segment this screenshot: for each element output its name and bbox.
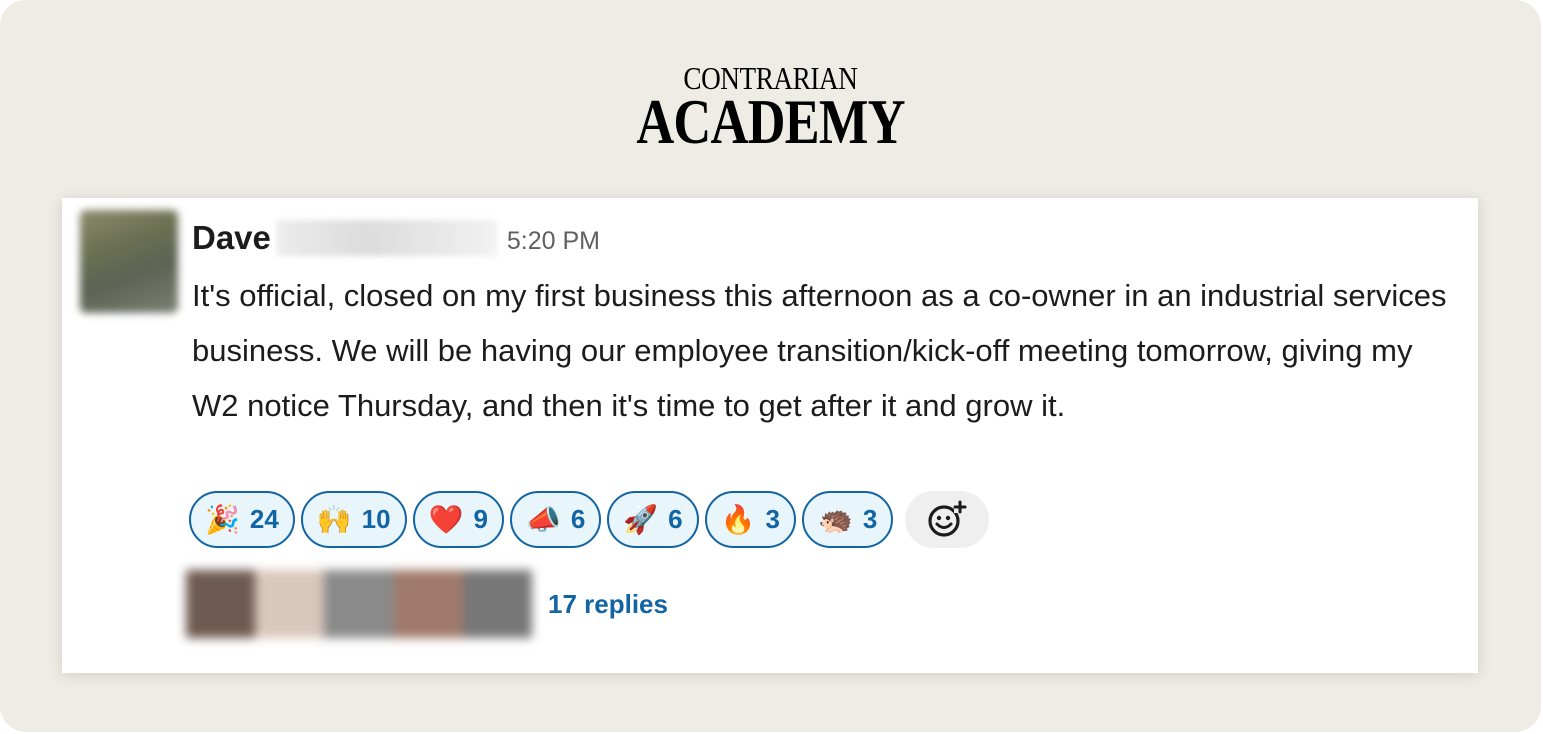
redacted-surname: [276, 220, 497, 256]
reaction-count: 10: [361, 504, 391, 534]
heart-icon: ❤️: [428, 502, 464, 536]
rocket-icon: 🚀: [623, 502, 659, 536]
add-reaction-button[interactable]: [905, 491, 990, 548]
reaction-count: 6: [570, 504, 586, 534]
reaction-count: 3: [862, 504, 878, 534]
reaction-fire[interactable]: 🔥 3: [704, 491, 796, 548]
brand-line2: ACADEMY: [636, 86, 905, 157]
reaction-count: 9: [473, 504, 488, 534]
reaction-rocket[interactable]: 🚀 6: [607, 491, 699, 548]
fire-icon: 🔥: [720, 502, 756, 536]
sonic-icon: 🦔: [817, 502, 853, 536]
reply-avatars: [186, 570, 533, 638]
reaction-party[interactable]: 🎉 24: [189, 491, 295, 548]
author-avatar[interactable]: [80, 210, 178, 313]
message-text: It's official, closed on my first busine…: [192, 278, 1447, 423]
reaction-count: 6: [668, 504, 683, 534]
reply-avatar: [255, 570, 325, 638]
reaction-heart[interactable]: ❤️ 9: [412, 491, 504, 548]
reaction-count: 3: [765, 504, 780, 534]
reaction-count: 24: [249, 504, 279, 534]
reaction-sonic[interactable]: 🦔 3: [801, 491, 894, 548]
message-header: Dave 5:20 PM: [192, 218, 600, 258]
reaction-celebrate[interactable]: 🙌 10: [300, 491, 407, 548]
thread-summary[interactable]: 17 replies: [186, 570, 668, 638]
reply-avatar: [462, 570, 533, 638]
replies-link[interactable]: 17 replies: [548, 589, 668, 620]
reply-avatar: [186, 570, 256, 638]
reaction-bar: 🎉 24 🙌 10 ❤️ 9 📣 6 🚀 6 🔥 3 🦔 3: [189, 491, 990, 548]
message-timestamp[interactable]: 5:20 PM: [507, 227, 600, 256]
reply-avatar: [393, 570, 463, 638]
author-name[interactable]: Dave: [192, 219, 271, 257]
party-popper-icon: 🎉: [205, 502, 240, 536]
brand-logo: CONTRARIAN ACADEMY: [0, 60, 1541, 157]
background-frame: CONTRARIAN ACADEMY Dave 5:20 PM It's off…: [0, 0, 1541, 732]
message-card: Dave 5:20 PM It's official, closed on my…: [62, 198, 1478, 673]
reply-avatar: [324, 570, 394, 638]
reaction-megaphone[interactable]: 📣 6: [509, 491, 602, 548]
megaphone-icon: 📣: [525, 502, 561, 536]
celebrate-icon: 🙌: [316, 502, 352, 536]
add-emoji-icon: [928, 500, 967, 537]
